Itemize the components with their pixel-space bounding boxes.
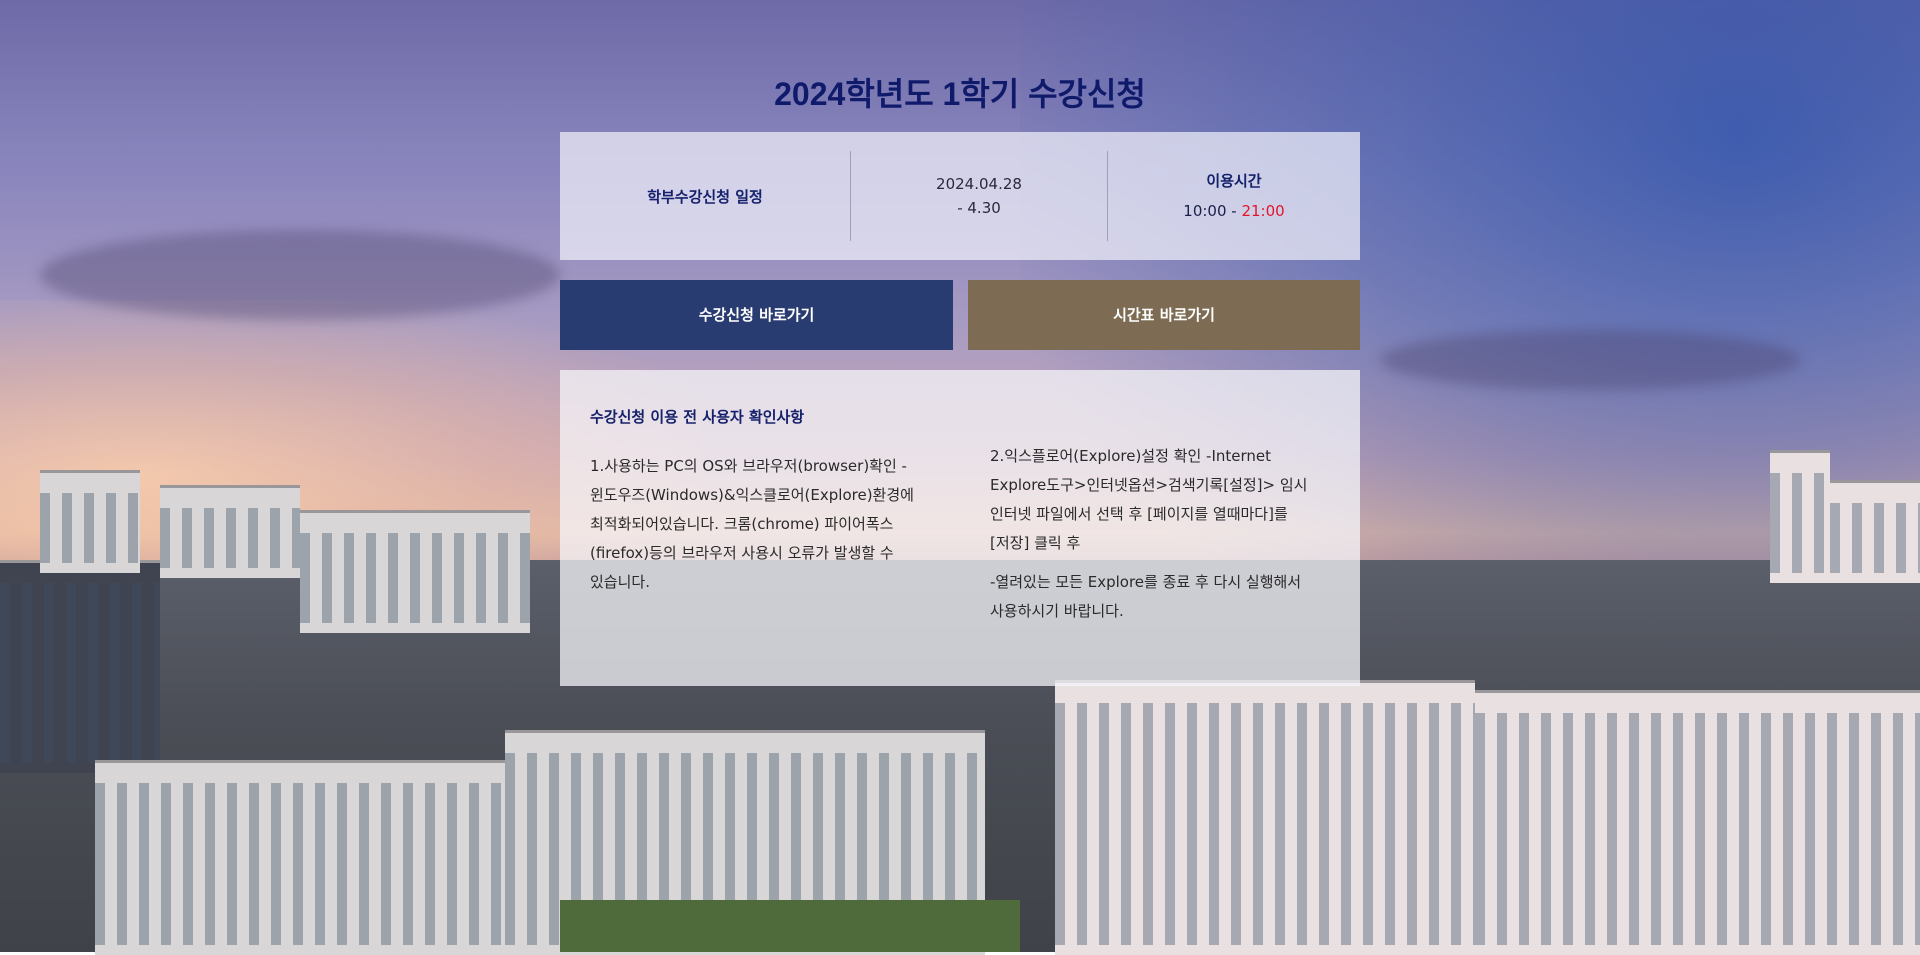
- hours-end: 21:00: [1241, 202, 1285, 220]
- main-content: 2024학년도 1학기 수강신청 학부수강신청 일정 2024.04.28 - …: [560, 60, 1360, 686]
- registration-button[interactable]: 수강신청 바로가기: [560, 280, 953, 350]
- notice-item-1: 1.사용하는 PC의 OS와 브라우저(browser)확인 -윈도우즈(Win…: [590, 457, 914, 591]
- button-row: 수강신청 바로가기 시간표 바로가기: [560, 280, 1360, 350]
- page-title: 2024학년도 1학기 수강신청: [774, 76, 1146, 112]
- schedule-dates: 2024.04.28 - 4.30: [851, 172, 1107, 220]
- building: [1055, 680, 1475, 955]
- notice-item-3: -열려있는 모든 Explore를 종료 후 다시 실행해서 사용하시기 바랍니…: [990, 573, 1302, 620]
- schedule-label: 학부수강신청 일정: [647, 187, 763, 206]
- building: [0, 560, 160, 773]
- schedule-hours: 이용시간 10:00 - 21:00: [1108, 166, 1360, 226]
- notice-column-2: 2.익스플로어(Explore)설정 확인 -Internet Explore도…: [990, 442, 1330, 636]
- hours-start: 10:00 -: [1183, 202, 1242, 220]
- timetable-button[interactable]: 시간표 바로가기: [968, 280, 1360, 350]
- date-start: 2024.04.28: [936, 175, 1022, 193]
- date-end: - 4.30: [957, 199, 1001, 217]
- building: [40, 470, 140, 573]
- notice-title: 수강신청 이용 전 사용자 확인사항: [590, 408, 805, 426]
- hours-label: 이용시간: [1206, 172, 1262, 190]
- cloud: [40, 230, 560, 320]
- notice-box: 수강신청 이용 전 사용자 확인사항 1.사용하는 PC의 OS와 브라우저(b…: [560, 370, 1360, 686]
- building: [1830, 480, 1920, 583]
- building: [95, 760, 505, 955]
- hours-value: 10:00 - 21:00: [1108, 196, 1360, 226]
- building: [1475, 690, 1920, 955]
- cloud: [1380, 330, 1800, 390]
- building: [160, 485, 300, 578]
- schedule-info-box: 학부수강신청 일정 2024.04.28 - 4.30 이용시간 10:00 -…: [560, 132, 1360, 260]
- building: [300, 510, 530, 633]
- notice-item-2: 2.익스플로어(Explore)설정 확인 -Internet Explore도…: [990, 447, 1308, 552]
- building: [1770, 450, 1830, 583]
- campus-lawn: [560, 900, 1020, 952]
